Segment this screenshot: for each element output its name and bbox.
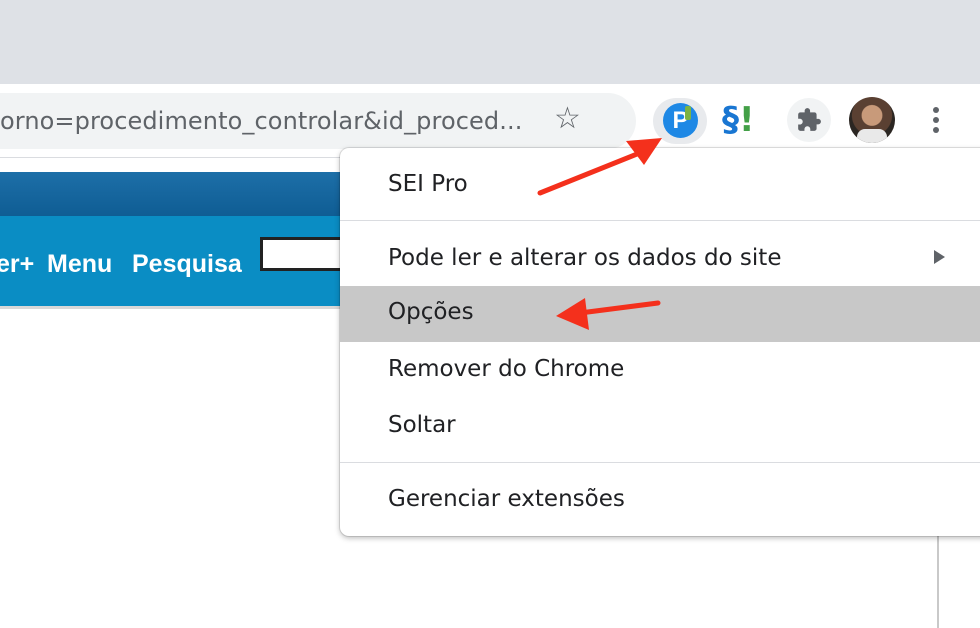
legis-icon-section: § — [722, 100, 739, 140]
address-bar-url[interactable]: orno=procedimento_controlar&id_proced... — [0, 107, 522, 135]
legis-icon-bang: ! — [739, 100, 755, 140]
menu-item-label: Pode ler e alterar os dados do site — [388, 245, 782, 271]
profile-avatar[interactable] — [849, 97, 895, 143]
tab-strip — [0, 0, 980, 84]
menu-item-options[interactable]: Opções — [340, 286, 980, 342]
nav-item-partial[interactable]: er+ — [0, 250, 34, 279]
menu-separator — [340, 462, 980, 463]
browser-toolbar: orno=procedimento_controlar&id_proced...… — [0, 84, 980, 158]
menu-separator — [340, 220, 980, 221]
site-header-bar — [0, 172, 360, 216]
browser-menu-kebab-icon[interactable] — [924, 104, 948, 140]
sei-pro-icon: P — [663, 103, 698, 138]
site-nav-bar: er+ Menu Pesquisa — [0, 216, 360, 309]
menu-item-label: Soltar — [388, 412, 456, 438]
menu-item-label: SEI Pro — [388, 171, 468, 197]
nav-search-label: Pesquisa — [132, 250, 242, 278]
menu-item-sei-pro[interactable]: SEI Pro — [340, 158, 980, 214]
extensions-puzzle-button[interactable] — [787, 98, 831, 142]
avatar-shirt — [857, 129, 887, 143]
menu-item-manage-extensions[interactable]: Gerenciar extensões — [340, 473, 980, 529]
menu-item-site-access[interactable]: Pode ler e alterar os dados do site — [340, 232, 980, 288]
puzzle-icon — [798, 108, 821, 131]
nav-menu-link[interactable]: Menu — [47, 250, 112, 279]
page-divider — [937, 530, 939, 628]
menu-item-label: Remover do Chrome — [388, 356, 625, 382]
menu-item-label: Gerenciar extensões — [388, 486, 625, 512]
submenu-arrow-icon — [934, 250, 945, 264]
menu-item-unpin[interactable]: Soltar — [340, 399, 980, 455]
legis-extension-icon[interactable]: §! — [722, 100, 755, 140]
extension-context-menu: SEI Pro Pode ler e alterar os dados do s… — [340, 148, 980, 536]
menu-item-remove[interactable]: Remover do Chrome — [340, 343, 980, 399]
menu-item-label: Opções — [388, 299, 474, 325]
sei-pro-icon-mark — [685, 106, 691, 120]
address-bar[interactable]: orno=procedimento_controlar&id_proced...… — [0, 93, 636, 149]
bookmark-star-icon[interactable]: ☆ — [554, 103, 581, 135]
sei-pro-extension-button[interactable]: P — [653, 98, 707, 144]
